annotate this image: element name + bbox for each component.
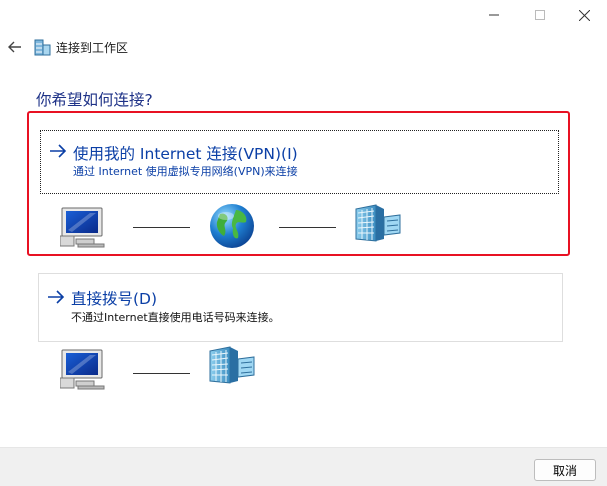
page-heading: 你希望如何连接? xyxy=(36,91,153,109)
connector-line xyxy=(133,373,190,374)
cancel-button[interactable]: 取消 xyxy=(534,459,596,481)
arrow-right-icon xyxy=(48,290,65,304)
option-vpn-description: 通过 Internet 使用虚拟专用网络(VPN)来连接 xyxy=(73,165,298,178)
option-vpn[interactable]: 使用我的 Internet 连接(VPN)(I) 通过 Internet 使用虚… xyxy=(40,130,559,194)
arrow-left-icon xyxy=(8,41,21,53)
option-direct-dial-title: 直接拨号(D) xyxy=(71,290,158,308)
maximize-icon xyxy=(535,10,545,20)
option-vpn-title: 使用我的 Internet 连接(VPN)(I) xyxy=(73,145,298,163)
footer-bar xyxy=(0,447,607,486)
close-button[interactable] xyxy=(561,0,607,30)
server-icon xyxy=(354,203,404,243)
server-icon xyxy=(208,345,258,385)
minimize-button[interactable] xyxy=(471,0,517,30)
option-direct-dial[interactable]: 直接拨号(D) 不通过Internet直接使用电话号码来连接。 xyxy=(38,273,563,342)
arrow-right-icon xyxy=(50,144,67,158)
connector-line xyxy=(133,227,190,228)
computer-icon xyxy=(60,204,108,248)
back-button[interactable] xyxy=(4,37,26,57)
globe-icon xyxy=(208,202,256,250)
option-direct-dial-description: 不通过Internet直接使用电话号码来连接。 xyxy=(71,311,280,324)
minimize-icon xyxy=(489,14,499,16)
window-title: 连接到工作区 xyxy=(56,41,129,55)
maximize-button[interactable] xyxy=(517,0,563,30)
workplace-network-icon xyxy=(34,39,51,56)
connector-line xyxy=(279,227,336,228)
computer-icon xyxy=(60,346,108,390)
close-icon xyxy=(578,9,590,21)
